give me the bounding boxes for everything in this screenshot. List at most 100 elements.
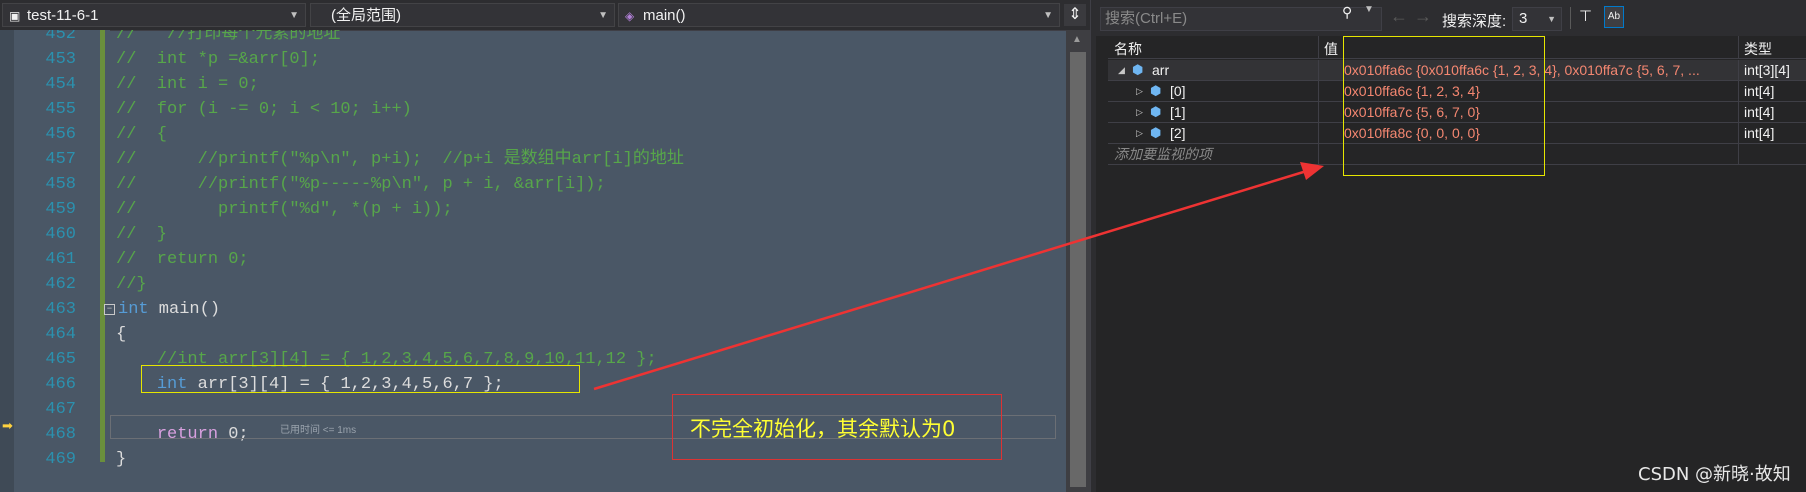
variable-cube-icon: ⬢ [1150, 83, 1162, 98]
code-text: //} [116, 272, 147, 297]
code-line[interactable]: 460 // } [0, 222, 1066, 247]
code-line[interactable]: 463 − int main() [0, 297, 1066, 322]
column-divider [1738, 144, 1739, 164]
column-divider[interactable] [1318, 36, 1319, 58]
column-divider [1738, 81, 1739, 101]
code-line[interactable]: 459 // printf("%d", *(p + i)); [0, 197, 1066, 222]
column-divider [1738, 60, 1739, 80]
column-value-header[interactable]: 值 [1324, 39, 1338, 59]
line-number: 464 [45, 325, 76, 344]
code-text: // //打印每个元素的地址 [116, 30, 340, 47]
code-line[interactable]: 457 // //printf("%p\n", p+i); //p+i 是数组中a… [0, 147, 1066, 172]
code-text: // return 0; [116, 247, 249, 272]
line-number: 462 [45, 275, 76, 294]
code-line[interactable]: 455 // for (i -= 0; i < 10; i++) [0, 97, 1066, 122]
column-name-header[interactable]: 名称 [1114, 39, 1142, 59]
line-number: 459 [45, 200, 76, 219]
code-text: // //printf("%p\n", p+i); //p+i 是数组中arr[… [116, 147, 684, 172]
column-divider [1318, 123, 1319, 143]
code-line[interactable]: 456 // { [0, 122, 1066, 147]
column-type-header[interactable]: 类型 [1744, 39, 1772, 59]
split-window-icon[interactable]: ⇕ [1064, 4, 1086, 26]
scroll-up-icon[interactable]: ▲ [1072, 34, 1082, 45]
code-line[interactable]: 452 // //打印每个元素的地址 [0, 30, 1066, 47]
column-divider [1318, 60, 1319, 80]
code-token: // //打印每个元素的地址 [116, 30, 341, 44]
line-number: 466 [45, 375, 76, 394]
code-text: // printf("%d", *(p + i)); [116, 197, 453, 222]
function-combo-label: main() [643, 7, 686, 24]
code-line[interactable]: 453 // int *p =&arr[0]; [0, 47, 1066, 72]
fold-toggle-icon[interactable]: − [104, 304, 115, 315]
variable-cube-icon: ⬢ [1150, 104, 1162, 119]
line-number: 455 [45, 100, 76, 119]
project-combo-label: test-11-6-1 [27, 7, 99, 24]
code-token: //} [116, 275, 147, 294]
project-icon: ▣ [9, 9, 21, 23]
variable-cube-icon: ⬢ [1132, 62, 1144, 77]
column-divider [1738, 123, 1739, 143]
chevron-down-icon[interactable]: ▼ [1364, 4, 1374, 15]
watch-type: int[3][4] [1744, 62, 1790, 78]
code-text: // //printf("%p-----%p\n", p + i, &arr[i… [116, 172, 606, 197]
watermark: CSDN @新晓·故知 [1638, 464, 1791, 485]
line-number: 458 [45, 175, 76, 194]
code-line[interactable]: 454 // int i = 0; [0, 72, 1066, 97]
project-combo[interactable]: ▣ test-11-6-1 ▼ [2, 3, 306, 27]
column-divider [1318, 81, 1319, 101]
toolbar-divider [1570, 7, 1571, 29]
code-token: // int *p =&arr[0]; [116, 50, 321, 69]
code-line[interactable]: 461 // return 0; [0, 247, 1066, 272]
add-watch-placeholder[interactable]: 添加要监视的项 [1114, 144, 1212, 164]
search-depth-select[interactable]: 3 ▼ [1512, 7, 1562, 31]
search-depth-label: 搜索深度: [1442, 13, 1507, 30]
code-editor[interactable]: ▣ test-11-6-1 ▼ (全局范围) ▼ ◈ main() ▼ ⇕ 452 /… [0, 0, 1090, 492]
code-line[interactable]: 462 //} [0, 272, 1066, 297]
code-text: // } [116, 222, 167, 247]
line-number: 469 [45, 450, 76, 469]
column-divider[interactable] [1738, 36, 1739, 58]
code-rest: main() [148, 300, 221, 319]
watch-type: int[4] [1744, 104, 1775, 120]
chevron-down-icon: ▼ [598, 10, 608, 21]
chevron-down-icon: ▼ [289, 10, 299, 21]
pin-icon[interactable]: ⊤ [1579, 7, 1592, 25]
back-arrow-icon[interactable]: ← [1390, 6, 1408, 27]
expand-triangle-icon[interactable]: ▷ [1136, 123, 1143, 143]
code-token: { [116, 325, 127, 344]
scrollbar-thumb[interactable] [1070, 52, 1086, 487]
code-text: // for (i -= 0; i < 10; i++) [116, 97, 412, 122]
watch-name: [1] [1170, 104, 1186, 120]
code-token: } [116, 450, 127, 469]
watch-name: [0] [1170, 83, 1186, 99]
search-input[interactable]: 搜索(Ctrl+E) [1100, 7, 1382, 31]
expand-triangle-icon[interactable]: ▷ [1136, 102, 1143, 122]
code-line[interactable]: 458 // //printf("%p-----%p\n", p + i, &ar… [0, 172, 1066, 197]
watch-toolbar: 搜索(Ctrl+E) ⚲ ▼ ← → 搜索深度: 3 ▼ ⊤ Ab [1096, 0, 1806, 36]
chevron-down-icon: ▼ [1043, 10, 1053, 21]
function-combo[interactable]: ◈ main() ▼ [618, 3, 1060, 27]
keyword: int [118, 300, 149, 319]
collapse-triangle-icon[interactable]: ◢ [1118, 60, 1125, 80]
watch-type: int[4] [1744, 83, 1775, 99]
search-icon[interactable]: ⚲ [1342, 4, 1352, 21]
code-text: // int i = 0; [116, 72, 259, 97]
code-line[interactable]: 464 { [0, 322, 1066, 347]
watch-name: [2] [1170, 125, 1186, 141]
arr-declaration-highlight [141, 365, 580, 393]
line-number: 461 [45, 250, 76, 269]
code-token: // //printf("%p\n", p+i); //p+i 是数组中arr[… [116, 150, 684, 169]
navigation-bar: ▣ test-11-6-1 ▼ (全局范围) ▼ ◈ main() ▼ ⇕ [0, 0, 1090, 31]
elapsed-time-hint: 已用时间 <= 1ms [280, 425, 357, 436]
expand-triangle-icon[interactable]: ▷ [1136, 81, 1143, 101]
annotation-text: 不完全初始化，其余默认为0 [690, 417, 956, 441]
forward-arrow-icon[interactable]: → [1414, 6, 1432, 27]
code-token: // //printf("%p-----%p\n", p + i, &arr[i… [116, 175, 606, 194]
line-number: 460 [45, 225, 76, 244]
scope-combo[interactable]: (全局范围) ▼ [310, 3, 615, 27]
code-text: // { [116, 122, 167, 147]
hex-display-icon[interactable]: Ab [1604, 6, 1624, 28]
line-number: 452 [45, 30, 76, 44]
code-text: // int *p =&arr[0]; [116, 47, 320, 72]
code-token: // { [116, 125, 168, 144]
